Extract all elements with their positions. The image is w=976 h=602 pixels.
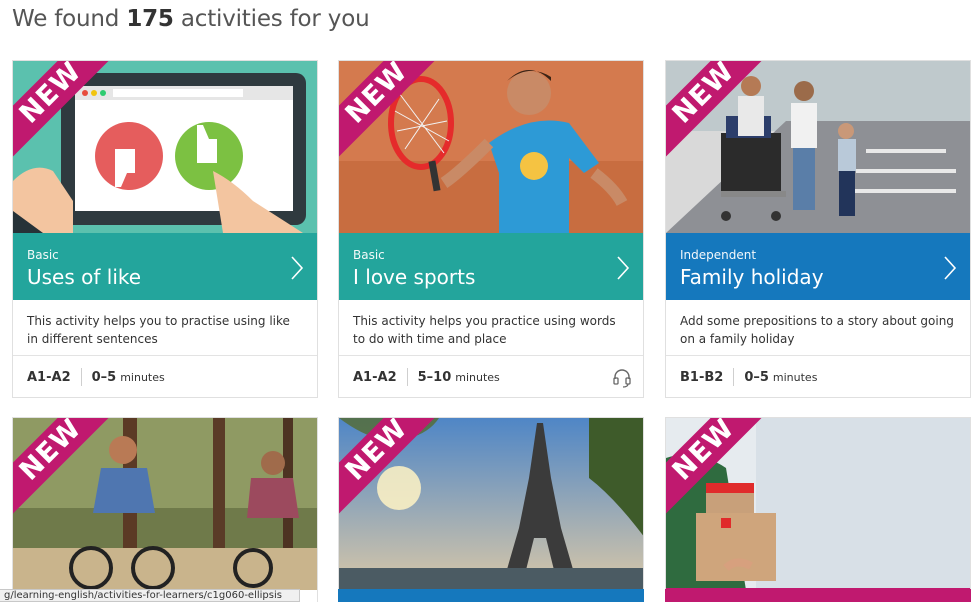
card-image-tennis: NEW xyxy=(339,61,643,233)
card-image-thumbs: NEW xyxy=(13,61,317,233)
card-level: Basic xyxy=(353,248,385,262)
duration: 0–5 xyxy=(744,369,769,385)
duration: 0–5 xyxy=(91,369,117,385)
card-image-cycling: NEW xyxy=(13,418,317,590)
chevron-right-icon xyxy=(291,256,304,280)
browser-status-url: g/learning-english/activities-for-learne… xyxy=(0,589,300,602)
duration-unit: minutes xyxy=(120,370,165,384)
cefr-level: B1-B2 xyxy=(680,369,724,385)
card-image-parcels: NEW xyxy=(666,418,970,590)
meta-divider xyxy=(733,368,735,386)
headphones-icon xyxy=(613,369,631,388)
card-header-band[interactable]: Independent Family holiday xyxy=(666,233,970,300)
activity-card-cycling[interactable]: NEW xyxy=(12,417,318,602)
results-count: 175 xyxy=(126,6,174,32)
meta-divider xyxy=(406,368,408,386)
activity-card-i-love-sports[interactable]: NEW Basic I love sports This activity he… xyxy=(338,60,644,398)
duration-unit: minutes xyxy=(772,370,818,384)
card-level: Independent xyxy=(680,248,757,262)
card-title[interactable]: Uses of like xyxy=(27,264,305,290)
card-band-partial xyxy=(665,589,971,602)
card-image-eiffel-tower: NEW xyxy=(339,418,643,590)
activity-card-uses-of-like[interactable]: NEW Basic Uses of like This activity hel… xyxy=(12,60,318,398)
card-description: Add some prepositions to a story about g… xyxy=(666,300,970,356)
card-image-airport: NEW xyxy=(666,61,970,233)
results-suffix: activities for you xyxy=(180,6,370,32)
card-header-band[interactable]: Basic Uses of like xyxy=(13,233,317,300)
duration: 5–10 xyxy=(417,369,452,385)
card-title[interactable]: Family holiday xyxy=(680,264,958,290)
activity-card-family-holiday[interactable]: NEW Independent Family holiday Add some … xyxy=(665,60,971,398)
card-description: This activity helps you practice using w… xyxy=(339,300,643,356)
card-description: This activity helps you to practise usin… xyxy=(13,300,317,356)
card-meta: A1-A2 5–10 minutes xyxy=(339,357,643,397)
results-prefix: We found xyxy=(12,6,120,32)
card-title[interactable]: I love sports xyxy=(353,264,631,290)
cefr-level: A1-A2 xyxy=(353,369,397,385)
card-band-partial xyxy=(338,589,644,602)
card-level: Basic xyxy=(27,248,59,262)
card-meta: B1-B2 0–5 minutes xyxy=(666,357,970,397)
duration-unit: minutes xyxy=(455,370,500,384)
chevron-right-icon xyxy=(617,256,630,280)
results-heading: We found 175 activities for you xyxy=(12,6,370,32)
activity-card-delivery[interactable]: NEW xyxy=(665,417,971,602)
chevron-right-icon xyxy=(944,256,957,280)
cefr-level: A1-A2 xyxy=(27,369,71,385)
meta-divider xyxy=(80,368,82,386)
card-meta: A1-A2 0–5 minutes xyxy=(13,357,317,397)
activity-card-paris[interactable]: NEW xyxy=(338,417,644,602)
card-header-band[interactable]: Basic I love sports xyxy=(339,233,643,300)
